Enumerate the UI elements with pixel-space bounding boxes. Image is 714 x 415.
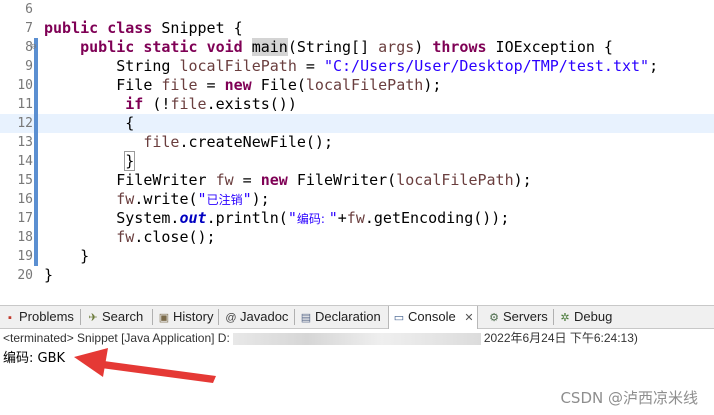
tab-label: Problems [19,309,74,324]
code-line: 11 if (!file.exists()) [0,95,714,114]
tab-label: Debug [574,309,613,324]
line-number: 20 [17,268,33,283]
line-number: 17 [17,211,33,226]
console-status-line: <terminated> Snippet [Java Application] … [0,329,714,347]
code-line: 18 fw.close(); [0,228,714,247]
tab-search[interactable]: ✈ Search [83,306,146,328]
console-status-timestamp: 2022年6月24日 下午6:24:13) [483,331,638,345]
arrow-shaft [101,361,216,383]
problems-icon: ▪ [8,312,12,324]
declaration-icon: ▤ [300,312,312,324]
tab-divider [218,309,219,325]
change-marker [34,247,38,266]
line-number: 10 [17,78,33,93]
change-marker [34,95,38,114]
code-text[interactable]: String localFilePath = "C:/Users/User/De… [44,57,658,76]
tab-label: Servers [503,309,548,324]
history-icon: ▣ [158,312,170,324]
code-text[interactable]: System.out.println("编码: "+fw.getEncoding… [44,209,509,229]
watermark: CSDN @泸西凉米线 [560,389,698,407]
code-line: 15 FileWriter fw = new FileWriter(localF… [0,171,714,190]
tab-divider [152,309,153,325]
code-text[interactable]: } [44,151,136,171]
line-number: 19 [17,249,33,264]
code-text[interactable]: fw.close(); [44,228,215,247]
code-line: 19 } [0,247,714,266]
tab-servers[interactable]: ⚙ Servers [484,306,551,328]
tab-console[interactable]: ▭ Console ✕ [388,306,478,329]
code-line: 8 ⊖ public static void main(String[] arg… [0,38,714,57]
change-marker [34,57,38,76]
debug-icon: ✲ [560,312,570,324]
code-text[interactable]: file.createNewFile(); [44,133,333,152]
tab-history[interactable]: ▣ History [154,306,216,328]
code-text[interactable]: public static void main(String[] args) t… [44,38,613,57]
redacted-path [232,332,481,345]
fold-icon[interactable]: ⊖ [31,42,36,52]
code-text[interactable]: } [44,266,53,285]
line-number: 16 [17,192,33,207]
line-number: 12 [17,116,33,131]
line-number: 8 [25,40,33,55]
tab-label: History [173,309,214,324]
tab-divider [80,309,81,325]
tab-problems[interactable]: ▪ Problems [0,306,77,328]
view-tab-bar: ▪ Problems ✈ Search ▣ History @ Javadoc ▤ Dec… [0,305,714,329]
tab-declaration[interactable]: ▤ Declaration [296,306,384,328]
search-icon: ✈ [88,312,98,324]
code-text[interactable]: public class Snippet { [44,19,243,38]
line-number: 13 [17,135,33,150]
code-text[interactable]: } [44,247,89,266]
code-line: 17 System.out.println("编码: "+fw.getEncod… [0,209,714,228]
javadoc-icon: @ [225,312,237,324]
console-output: 编码: GBK [3,351,66,366]
change-marker [34,76,38,95]
tab-divider [553,309,554,325]
line-number: 14 [17,154,33,169]
code-text[interactable]: fw.write("已注销"); [44,190,269,210]
code-line: 20 } [0,266,714,285]
code-line: 9 String localFilePath = "C:/Users/User/… [0,57,714,76]
code-editor[interactable]: 6 7 public class Snippet { 8 ⊖ public st… [0,0,714,298]
change-marker [34,190,38,209]
code-line: 16 fw.write("已注销"); [0,190,714,209]
change-marker [34,228,38,247]
console-status-prefix: <terminated> Snippet [Java Application] … [3,331,230,345]
arrow-head [74,348,108,377]
line-number: 18 [17,230,33,245]
tab-javadoc[interactable]: @ Javadoc [221,306,291,328]
tab-label: Javadoc [240,309,289,324]
tab-debug[interactable]: ✲ Debug [555,306,615,328]
tab-label: Search [102,309,144,324]
close-icon[interactable]: ✕ [464,312,473,324]
change-marker [34,133,38,152]
code-line: 14 } [0,151,714,171]
tab-divider [294,309,295,325]
code-text[interactable]: { [44,114,134,133]
change-marker [34,152,38,171]
tab-label: Console [408,309,456,324]
line-number: 9 [25,59,33,74]
code-line: 7 public class Snippet { [0,19,714,38]
line-number: 6 [25,2,33,17]
code-line: 10 File file = new File(localFilePath); [0,76,714,95]
change-marker [34,209,38,228]
tab-label: Declaration [315,309,381,324]
servers-icon: ⚙ [489,312,499,324]
change-marker [34,171,38,190]
code-text[interactable]: FileWriter fw = new FileWriter(localFile… [44,171,531,190]
change-marker [34,114,38,133]
line-number: 15 [17,173,33,188]
line-number: 7 [25,21,33,36]
code-line: 6 [0,0,714,19]
code-line-current: 12 { [0,114,714,133]
code-text[interactable]: File file = new File(localFilePath); [44,76,441,95]
code-text[interactable]: if (!file.exists()) [44,95,297,114]
console-icon: ▭ [393,312,405,324]
line-number: 11 [17,97,33,112]
code-line: 13 file.createNewFile(); [0,133,714,152]
